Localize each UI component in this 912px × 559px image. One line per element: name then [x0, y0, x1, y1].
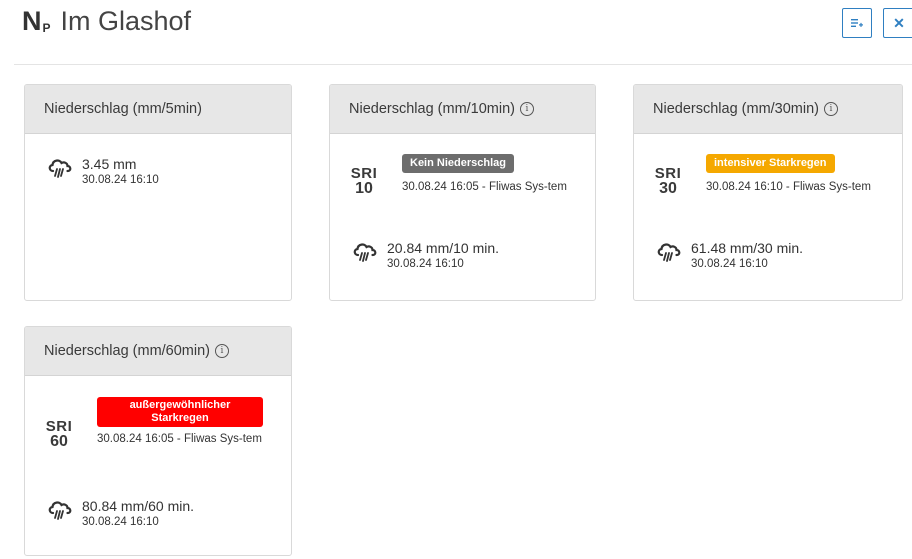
info-icon[interactable]: i — [824, 102, 838, 116]
sri-timestamp: 30.08.24 16:05 - Fliwas Sys-tem — [402, 181, 567, 193]
sri-block: SRI 60 außergewöhnlicher Starkregen 30.0… — [41, 397, 267, 450]
list-add-icon — [851, 19, 863, 27]
card-header: Niederschlag (mm/5min) — [25, 85, 291, 134]
rain-cloud-icon — [657, 243, 681, 262]
card-precip-30min: Niederschlag (mm/30min) i SRI 30 intensi… — [633, 84, 903, 301]
card-title: Niederschlag (mm/60min) — [44, 343, 210, 359]
add-to-list-button[interactable] — [842, 8, 872, 38]
sri-timestamp: 30.08.24 16:05 - Fliwas Sys-tem — [97, 433, 262, 445]
station-type-label: NP — [22, 6, 51, 36]
sri-block: SRI 10 Kein Niederschlag 30.08.24 16:05 … — [346, 153, 572, 197]
card-precip-60min: Niederschlag (mm/60min) i SRI 60 außerge… — [24, 326, 292, 556]
precip-timestamp: 30.08.24 16:10 — [82, 174, 159, 186]
close-icon: ✕ — [893, 14, 905, 31]
card-header: Niederschlag (mm/10min) i — [330, 85, 595, 134]
header-divider — [14, 64, 912, 65]
info-icon[interactable]: i — [215, 344, 229, 358]
status-badge: intensiver Starkregen — [706, 154, 835, 173]
precip-timestamp: 30.08.24 16:10 — [691, 258, 768, 270]
precip-reading: 3.45 mm 30.08.24 16:10 — [47, 156, 159, 188]
status-badge: Kein Niederschlag — [402, 154, 514, 173]
close-button[interactable]: ✕ — [883, 8, 912, 38]
precip-reading: 61.48 mm/30 min. 30.08.24 16:10 — [656, 240, 803, 272]
station-name: Im Glashof — [60, 6, 192, 36]
precip-timestamp: 30.08.24 16:10 — [387, 258, 464, 270]
sri-label: SRI 60 — [45, 418, 73, 450]
precip-value: 61.48 mm/30 min. — [691, 240, 804, 256]
precip-reading: 20.84 mm/10 min. 30.08.24 16:10 — [352, 240, 499, 272]
precip-value: 20.84 mm/10 min. — [387, 240, 500, 256]
sri-timestamp: 30.08.24 16:10 - Fliwas Sys-tem — [706, 181, 871, 193]
card-title: Niederschlag (mm/10min) — [349, 101, 515, 117]
info-icon[interactable]: i — [520, 102, 534, 116]
sri-label: SRI 30 — [654, 165, 682, 197]
rain-cloud-icon — [353, 243, 377, 262]
card-header: Niederschlag (mm/30min) i — [634, 85, 902, 134]
sri-block: SRI 30 intensiver Starkregen 30.08.24 16… — [650, 153, 876, 197]
status-badge: außergewöhnlicher Starkregen — [97, 397, 263, 427]
precip-value: 3.45 mm — [82, 156, 137, 172]
precip-timestamp: 30.08.24 16:10 — [82, 516, 159, 528]
precip-reading: 80.84 mm/60 min. 30.08.24 16:10 — [47, 498, 194, 530]
card-precip-10min: Niederschlag (mm/10min) i SRI 10 Kein Ni… — [329, 84, 596, 301]
precip-value: 80.84 mm/60 min. — [82, 498, 195, 514]
card-title: Niederschlag (mm/5min) — [44, 101, 202, 117]
card-header: Niederschlag (mm/60min) i — [25, 327, 291, 376]
rain-cloud-icon — [48, 159, 72, 178]
sri-label: SRI 10 — [350, 165, 378, 197]
card-precip-5min: Niederschlag (mm/5min) 3.45 mm 30.08.24 … — [24, 84, 292, 301]
card-title: Niederschlag (mm/30min) — [653, 101, 819, 117]
rain-cloud-icon — [48, 501, 72, 520]
page-title: NP Im Glashof — [22, 6, 191, 37]
